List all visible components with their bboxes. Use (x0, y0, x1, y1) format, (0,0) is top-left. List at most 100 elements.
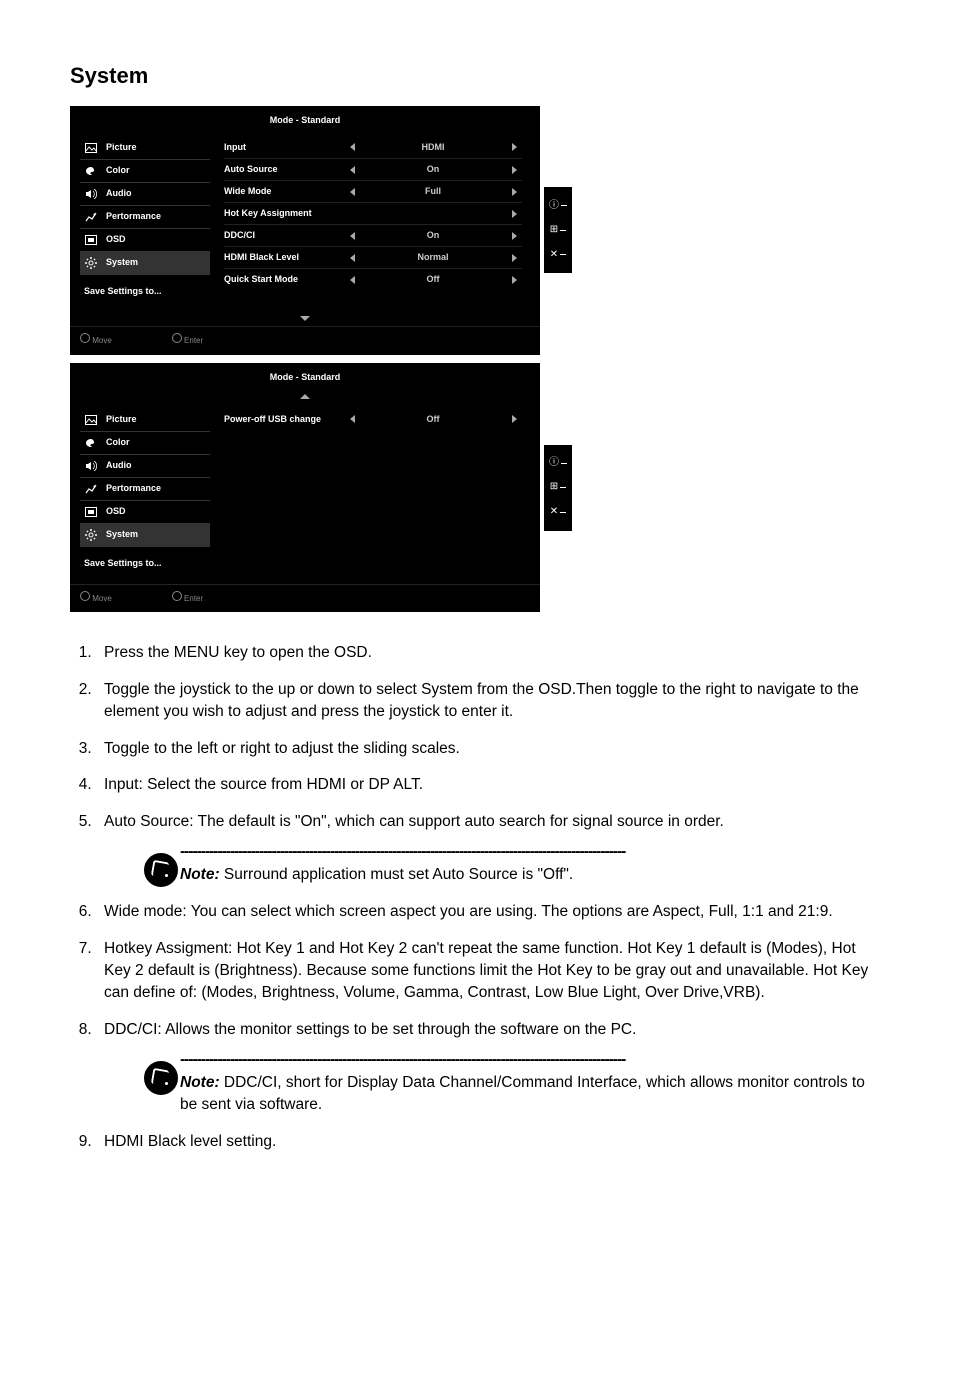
menu-item-picture: Picture (80, 409, 210, 432)
step-7: Hotkey Assigment: Hot Key 1 and Hot Key … (96, 938, 884, 1005)
info-icon: ⓘ (549, 456, 567, 471)
palette-icon (84, 164, 98, 178)
note-divider: ----------------------------------------… (180, 1049, 884, 1071)
setting-label: DDC/CI (224, 229, 344, 242)
close-icon: ✕ (550, 248, 566, 263)
step-8: DDC/CI: Allows the monitor settings to b… (96, 1019, 884, 1117)
menu-item-color: Color (80, 160, 210, 183)
setting-row: Wide Mode Full (224, 181, 522, 203)
setting-label: Input (224, 141, 344, 154)
setting-value: On (360, 229, 506, 242)
menu-item-audio: Audio (80, 183, 210, 206)
osd-icon (84, 233, 98, 247)
menu-item-audio: Audio (80, 455, 210, 478)
menu-label: Audio (106, 459, 132, 472)
menu-item-osd: OSD (80, 501, 210, 524)
palette-icon (84, 436, 98, 450)
section-title: System (70, 60, 884, 92)
menu-label: Picture (106, 413, 137, 426)
arrow-right-icon (506, 188, 522, 196)
grid-icon: ⊞ (550, 223, 566, 238)
step-9: HDMI Black level setting. (96, 1131, 884, 1153)
grid-icon: ⊞ (550, 480, 566, 495)
scroll-down-icon (300, 316, 310, 321)
menu-label: OSD (106, 505, 126, 518)
arrow-right-icon (506, 232, 522, 240)
footer-enter: Enter (172, 591, 203, 605)
menu-item-performance: Pertormance (80, 206, 210, 229)
osd-mode-bar: Mode - Standard (70, 363, 540, 390)
arrow-left-icon (344, 188, 360, 196)
menu-save-settings: Save Settings to... (80, 547, 210, 580)
setting-label: Quick Start Mode (224, 273, 344, 286)
menu-label: Pertormance (106, 482, 161, 495)
setting-row: Quick Start Mode Off (224, 269, 522, 290)
setting-row: DDC/CI On (224, 225, 522, 247)
menu-item-color: Color (80, 432, 210, 455)
osd-screenshot-2: Mode - Standard Picture Color Audio Pert… (70, 363, 884, 612)
step-1: Press the MENU key to open the OSD. (96, 642, 884, 664)
arrow-right-icon (506, 276, 522, 284)
side-icon-strip: ⓘ ⊞ ✕ (544, 187, 572, 273)
side-icon-strip: ⓘ ⊞ ✕ (544, 445, 572, 531)
close-icon: ✕ (550, 505, 566, 520)
setting-row: Input HDMI (224, 137, 522, 159)
setting-row: Power-off USB changeOff (224, 409, 522, 430)
arrow-left-icon (344, 232, 360, 240)
arrow-left-icon (344, 276, 360, 284)
gear-icon (84, 256, 98, 270)
setting-label: Hot Key Assignment (224, 207, 344, 220)
note-block-1: ----------------------------------------… (144, 841, 884, 887)
menu-label: System (106, 256, 138, 269)
step-5: Auto Source: The default is "On", which … (96, 811, 884, 887)
setting-label: Wide Mode (224, 185, 344, 198)
menu-label: Picture (106, 141, 137, 154)
arrow-left-icon (344, 254, 360, 262)
note-block-2: ----------------------------------------… (144, 1049, 884, 1116)
arrow-right-icon (506, 415, 522, 423)
arrow-right-icon (506, 210, 522, 218)
scroll-up-icon (300, 394, 310, 399)
osd-icon (84, 505, 98, 519)
menu-item-system: System (80, 524, 210, 547)
menu-label: Audio (106, 187, 132, 200)
arrow-left-icon (344, 415, 360, 423)
menu-item-picture: Picture (80, 137, 210, 160)
note-text: Note: Surround application must set Auto… (180, 864, 884, 886)
menu-label: Color (106, 436, 130, 449)
arrow-right-icon (506, 143, 522, 151)
setting-label: HDMI Black Level (224, 251, 344, 264)
setting-value: Full (360, 185, 506, 198)
menu-item-osd: OSD (80, 229, 210, 252)
setting-value: Normal (360, 251, 506, 264)
setting-value: Off (360, 273, 506, 286)
performance-icon (84, 482, 98, 496)
arrow-left-icon (344, 143, 360, 151)
menu-label: Pertormance (106, 210, 161, 223)
note-divider: ----------------------------------------… (180, 841, 884, 863)
menu-item-system: System (80, 252, 210, 275)
setting-value: HDMI (360, 141, 506, 154)
footer-move: Move (80, 591, 112, 605)
setting-value: On (360, 163, 506, 176)
step-2: Toggle the joystick to the up or down to… (96, 679, 884, 724)
arrow-right-icon (506, 254, 522, 262)
setting-row: Auto Source On (224, 159, 522, 181)
picture-icon (84, 141, 98, 155)
footer-move: Move (80, 333, 112, 347)
info-icon: ⓘ (549, 199, 567, 214)
menu-label: Color (106, 164, 130, 177)
setting-label: Auto Source (224, 163, 344, 176)
gear-icon (84, 528, 98, 542)
step-4: Input: Select the source from HDMI or DP… (96, 774, 884, 796)
step-6: Wide mode: You can select which screen a… (96, 901, 884, 923)
note-icon (144, 853, 178, 887)
footer-enter: Enter (172, 333, 203, 347)
speaker-icon (84, 187, 98, 201)
arrow-left-icon (344, 166, 360, 174)
note-text: Note: DDC/CI, short for Display Data Cha… (180, 1072, 884, 1117)
osd-mode-bar: Mode - Standard (70, 106, 540, 133)
step-3: Toggle to the left or right to adjust th… (96, 738, 884, 760)
osd-screenshot-1: Mode - Standard Picture Color Audio Pert… (70, 106, 884, 355)
instruction-list: Press the MENU key to open the OSD. Togg… (70, 642, 884, 1153)
